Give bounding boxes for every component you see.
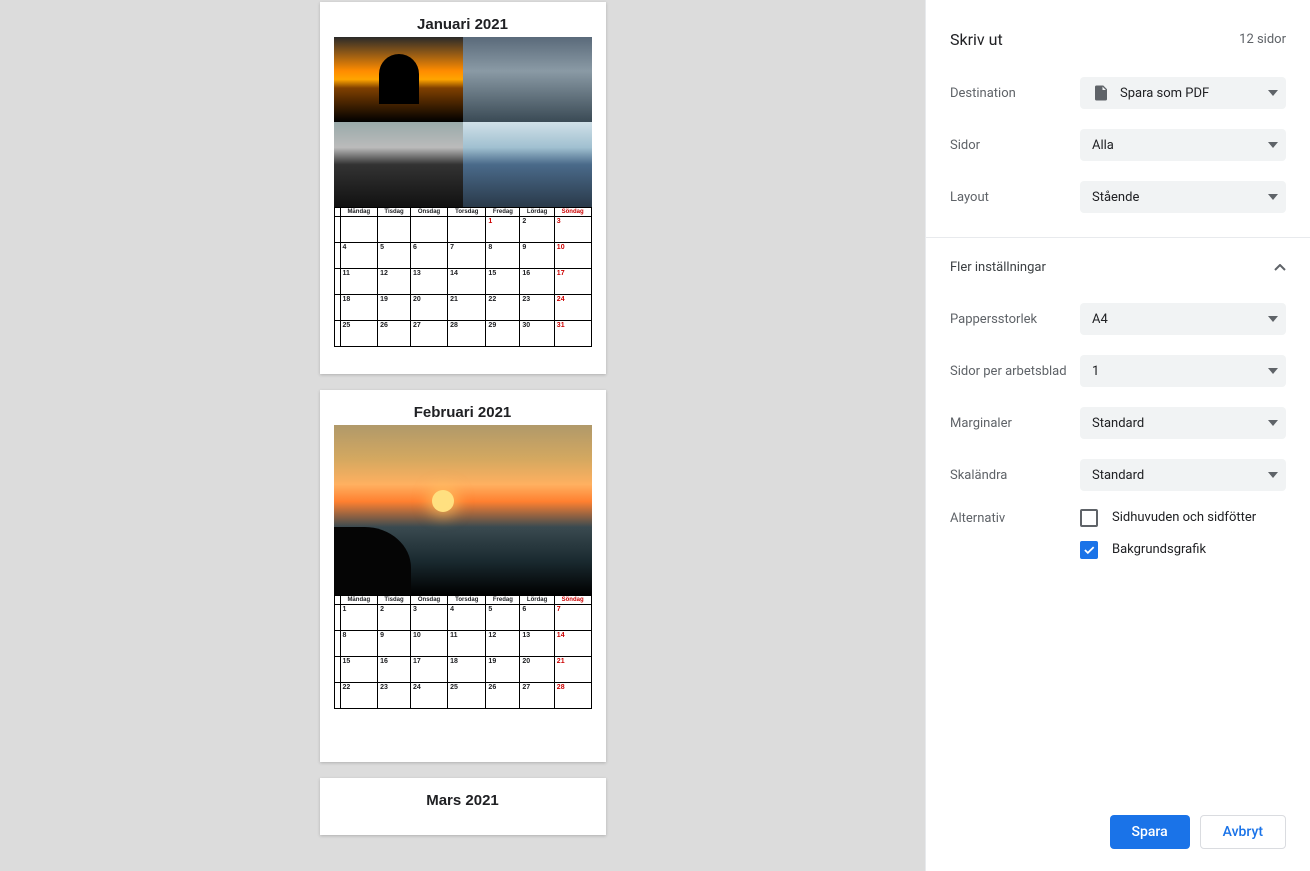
save-button[interactable]: Spara: [1110, 815, 1190, 849]
layout-select[interactable]: Stående: [1080, 181, 1286, 213]
calendar-grid: MåndagTisdagOnsdagTorsdagFredagLördagSön…: [334, 207, 592, 347]
margins-value: Standard: [1092, 416, 1268, 431]
page-title: Februari 2021: [414, 404, 512, 421]
destination-value: Spara som PDF: [1120, 86, 1268, 101]
scale-value: Standard: [1092, 468, 1268, 483]
options-label: Alternativ: [950, 509, 1080, 526]
sidebar-header: Skriv ut 12 sidor: [926, 0, 1310, 67]
calendar-grid: MåndagTisdagOnsdagTorsdagFredagLördagSön…: [334, 595, 592, 709]
pages-per-sheet-value: 1: [1092, 364, 1268, 379]
page-image-grid: [334, 37, 592, 207]
layout-value: Stående: [1092, 190, 1268, 205]
destination-select[interactable]: Spara som PDF: [1080, 77, 1286, 109]
background-graphics-checkbox[interactable]: Bakgrundsgrafik: [1080, 541, 1286, 559]
sidebar-footer: Spara Avbryt: [926, 800, 1310, 871]
preview-page-3: Mars 2021: [320, 778, 606, 835]
chevron-down-icon: [1268, 472, 1278, 478]
chevron-down-icon: [1268, 420, 1278, 426]
more-settings-label: Fler inställningar: [950, 260, 1046, 275]
pages-label: Sidor: [950, 138, 1080, 153]
photo-thumbnail: [334, 425, 592, 595]
margins-select[interactable]: Standard: [1080, 407, 1286, 439]
cancel-button[interactable]: Avbryt: [1200, 815, 1286, 849]
chevron-down-icon: [1268, 316, 1278, 322]
layout-label: Layout: [950, 190, 1080, 205]
preview-page-1: Januari 2021 MåndagTisdagOnsdagTorsdagFr…: [320, 2, 606, 374]
scale-select[interactable]: Standard: [1080, 459, 1286, 491]
paper-size-select[interactable]: A4: [1080, 303, 1286, 335]
dialog-title: Skriv ut: [950, 30, 1003, 49]
photo-thumbnail: [334, 37, 463, 122]
paper-size-label: Pappersstorlek: [950, 312, 1080, 327]
paper-size-value: A4: [1092, 312, 1268, 327]
background-graphics-label: Bakgrundsgrafik: [1112, 541, 1206, 559]
headers-footers-checkbox[interactable]: Sidhuvuden och sidfötter: [1080, 509, 1286, 527]
settings-body: Destination Spara som PDF Sidor Alla Lay…: [926, 67, 1310, 800]
chevron-down-icon: [1268, 194, 1278, 200]
destination-label: Destination: [950, 86, 1080, 101]
chevron-down-icon: [1268, 368, 1278, 374]
page-image-grid: [334, 425, 592, 595]
checkbox-icon: [1080, 541, 1098, 559]
pages-value: Alla: [1092, 138, 1268, 153]
chevron-down-icon: [1268, 142, 1278, 148]
print-preview-area[interactable]: Januari 2021 MåndagTisdagOnsdagTorsdagFr…: [0, 0, 925, 871]
pages-per-sheet-select[interactable]: 1: [1080, 355, 1286, 387]
chevron-down-icon: [1268, 90, 1278, 96]
chevron-up-icon: [1274, 264, 1286, 272]
page-title: Januari 2021: [417, 16, 508, 33]
scale-label: Skaländra: [950, 468, 1080, 483]
photo-thumbnail: [463, 37, 592, 122]
pages-per-sheet-label: Sidor per arbetsblad: [950, 364, 1080, 379]
preview-page-2: Februari 2021 MåndagTisdagOnsdagTorsdagF…: [320, 390, 606, 762]
headers-footers-label: Sidhuvuden och sidfötter: [1112, 509, 1256, 527]
print-settings-sidebar: Skriv ut 12 sidor Destination Spara som …: [925, 0, 1310, 871]
page-count: 12 sidor: [1239, 32, 1286, 47]
photo-thumbnail: [334, 122, 463, 207]
photo-thumbnail: [463, 122, 592, 207]
margins-label: Marginaler: [950, 416, 1080, 431]
page-title: Mars 2021: [426, 792, 499, 809]
more-settings-toggle[interactable]: Fler inställningar: [950, 238, 1286, 293]
checkbox-icon: [1080, 509, 1098, 527]
pages-select[interactable]: Alla: [1080, 129, 1286, 161]
pdf-file-icon: [1092, 84, 1110, 102]
